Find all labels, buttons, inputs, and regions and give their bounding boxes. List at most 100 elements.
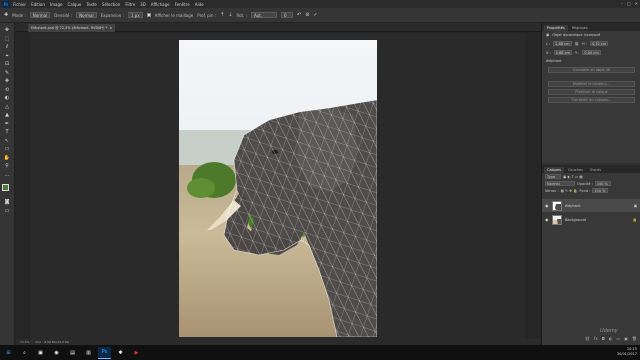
pin-depth-label: Prof. pin : [197, 12, 217, 18]
link-icon[interactable]: ⛓ [575, 42, 579, 46]
document-size: Doc : 6,59 Mo/13,2 Mo [35, 340, 70, 344]
tab-adjustments[interactable]: Réglages [569, 25, 591, 31]
app-icon-2[interactable]: ✱ [114, 347, 127, 359]
opacity-field[interactable]: 100 % [594, 181, 611, 186]
layer-name[interactable]: Background [565, 218, 586, 222]
pin-backward-icon[interactable]: ⇣ [228, 12, 232, 18]
adjustment-icon[interactable]: ◐ [609, 336, 613, 342]
elephant-photo[interactable] [179, 40, 377, 337]
dodge-tool-icon[interactable]: ◐ [1, 95, 13, 103]
menu-image[interactable]: Image [50, 2, 63, 7]
tab-layers[interactable]: Calques [544, 167, 564, 173]
zoom-level[interactable]: 72,5% [20, 340, 30, 344]
cancel-icon[interactable]: ⊘ [305, 12, 309, 18]
photoshop-taskbar-icon[interactable]: Ps [98, 346, 111, 359]
path-select-tool-icon[interactable]: ↖ [1, 138, 13, 146]
undo-icon[interactable]: ↶ [297, 12, 301, 18]
rotation-select[interactable]: Aut. [251, 12, 278, 18]
new-layer-icon[interactable]: ▣ [624, 336, 628, 342]
convert-linked-button[interactable]: Convertir en objet lié [548, 67, 635, 73]
task-view-icon[interactable]: ▣ [34, 347, 47, 359]
history-brush-tool-icon[interactable]: ⟲ [1, 87, 13, 95]
fill-field[interactable]: 100 % [592, 188, 609, 193]
y-field[interactable]: 0,00 cm [582, 50, 601, 55]
hand-tool-icon[interactable]: ✋ [1, 155, 13, 163]
eyedropper-tool-icon[interactable]: ✎ [1, 70, 13, 78]
lock-icons[interactable]: ▦ ✎ ✥ 🔒 [561, 189, 578, 193]
blend-mode-select[interactable]: Normal [545, 181, 575, 186]
convert-layers-button[interactable]: Convertir en calques... [548, 97, 635, 103]
menu-filter[interactable]: Filtre [125, 2, 135, 7]
lasso-tool-icon[interactable]: ℓ [1, 44, 13, 52]
width-field[interactable]: 2,88 cm [553, 41, 572, 46]
filter-icons[interactable]: ▣ ◐ T ▭ ▦ [563, 175, 583, 179]
menu-help[interactable]: Aide [195, 2, 204, 7]
pen-tool-icon[interactable]: ✒ [1, 121, 13, 129]
type-tool-icon[interactable]: T [1, 129, 13, 137]
marquee-tool-icon[interactable]: ⬚ [1, 36, 13, 44]
layer-name[interactable]: éléphant [565, 204, 580, 208]
menu-view[interactable]: Affichage [151, 2, 170, 7]
menu-edit[interactable]: Edition [31, 2, 45, 7]
document-close-icon[interactable]: × [109, 26, 112, 30]
window-controls: – □ ✕ [621, 1, 638, 6]
menu-layer[interactable]: Calque [67, 2, 81, 7]
tab-properties[interactable]: Propriétés [544, 25, 568, 31]
search-icon[interactable]: ⌕ [18, 347, 31, 359]
rotation-degrees-field[interactable]: 0 [281, 12, 294, 18]
trash-icon[interactable]: 🗑 [632, 336, 637, 342]
blur-tool-icon[interactable]: △ [1, 104, 13, 112]
density-select[interactable]: Normal [76, 12, 97, 18]
menu-type[interactable]: Texte [86, 2, 97, 7]
file-explorer-icon[interactable]: ▤ [66, 347, 79, 359]
link-layers-icon[interactable]: ⛓ [585, 336, 590, 342]
gradient-tool-icon[interactable]: ▲ [1, 112, 13, 120]
pin-forward-icon[interactable]: ⇡ [220, 12, 224, 18]
expansion-field[interactable]: 1 px [127, 12, 143, 18]
move-tool-icon[interactable]: ✥ [1, 27, 13, 35]
chrome-icon[interactable]: ◉ [50, 347, 63, 359]
shape-tool-icon[interactable]: ▭ [1, 146, 13, 154]
minimize-icon[interactable]: – [621, 1, 623, 6]
app-icon[interactable]: ▥ [82, 347, 95, 359]
crop-tool-icon[interactable]: ⊡ [1, 61, 13, 69]
document-tab[interactable]: Eléphant.psd @ 72,5% (éléphant, RVB/8*) … [28, 24, 116, 32]
quick-select-tool-icon[interactable]: ⌖ [1, 53, 13, 61]
visibility-eye-icon[interactable]: ◉ [545, 203, 549, 208]
maximize-icon[interactable]: □ [627, 1, 631, 6]
healing-tool-icon[interactable]: ✚ [1, 78, 13, 86]
fx-icon[interactable]: fx [594, 336, 598, 342]
close-icon[interactable]: ✕ [635, 1, 638, 6]
x-field[interactable]: 0,68 cm [553, 50, 572, 55]
commit-icon[interactable]: ✓ [313, 12, 317, 18]
layer-row-background[interactable]: ◉ Background 🔒 [542, 213, 640, 226]
mask-icon[interactable]: ◘ [602, 336, 605, 342]
visibility-eye-icon[interactable]: ◉ [545, 217, 549, 222]
tab-channels[interactable]: Couches [565, 167, 586, 173]
rasterize-button[interactable]: Pixelliser le calque [548, 89, 635, 95]
show-mesh-checkbox[interactable] [146, 13, 151, 17]
folder-icon[interactable]: ▭ [616, 336, 620, 342]
media-app-icon[interactable]: ▶ [130, 347, 143, 359]
system-tray[interactable]: 10:15 30/01/2017 [617, 347, 637, 357]
mode-select[interactable]: Normal [29, 12, 51, 18]
screen-mode-icon[interactable]: ▭ [1, 208, 13, 216]
foreground-color-swatch[interactable] [2, 184, 9, 191]
height-field[interactable]: 4,32 cm [589, 41, 609, 46]
zoom-tool-icon[interactable]: ⚲ [1, 163, 13, 171]
tab-paths[interactable]: Tracés [587, 167, 604, 173]
menu-file[interactable]: Fichier [13, 2, 26, 7]
menu-select[interactable]: Sélection [102, 2, 120, 7]
pin-tool-icon[interactable]: ✚ [4, 12, 8, 18]
lock-row: Verrou : ▦ ✎ ✥ 🔒 Fond : 100 % [542, 187, 640, 194]
more-tools-icon[interactable]: … [1, 172, 13, 180]
quick-mask-icon[interactable]: ◙ [1, 199, 13, 207]
start-button-icon[interactable]: ⊞ [2, 347, 15, 359]
color-swatches[interactable] [1, 183, 13, 195]
menu-window[interactable]: Fenêtre [175, 2, 190, 7]
y-label: Y : [574, 50, 580, 55]
menu-3d[interactable]: 3D [140, 2, 146, 7]
edit-contents-button[interactable]: Modifier le contenu... [548, 81, 635, 87]
layer-row-elephant[interactable]: ◉ éléphant ▣ [542, 199, 640, 212]
layer-filter-select[interactable]: Type [545, 174, 561, 179]
